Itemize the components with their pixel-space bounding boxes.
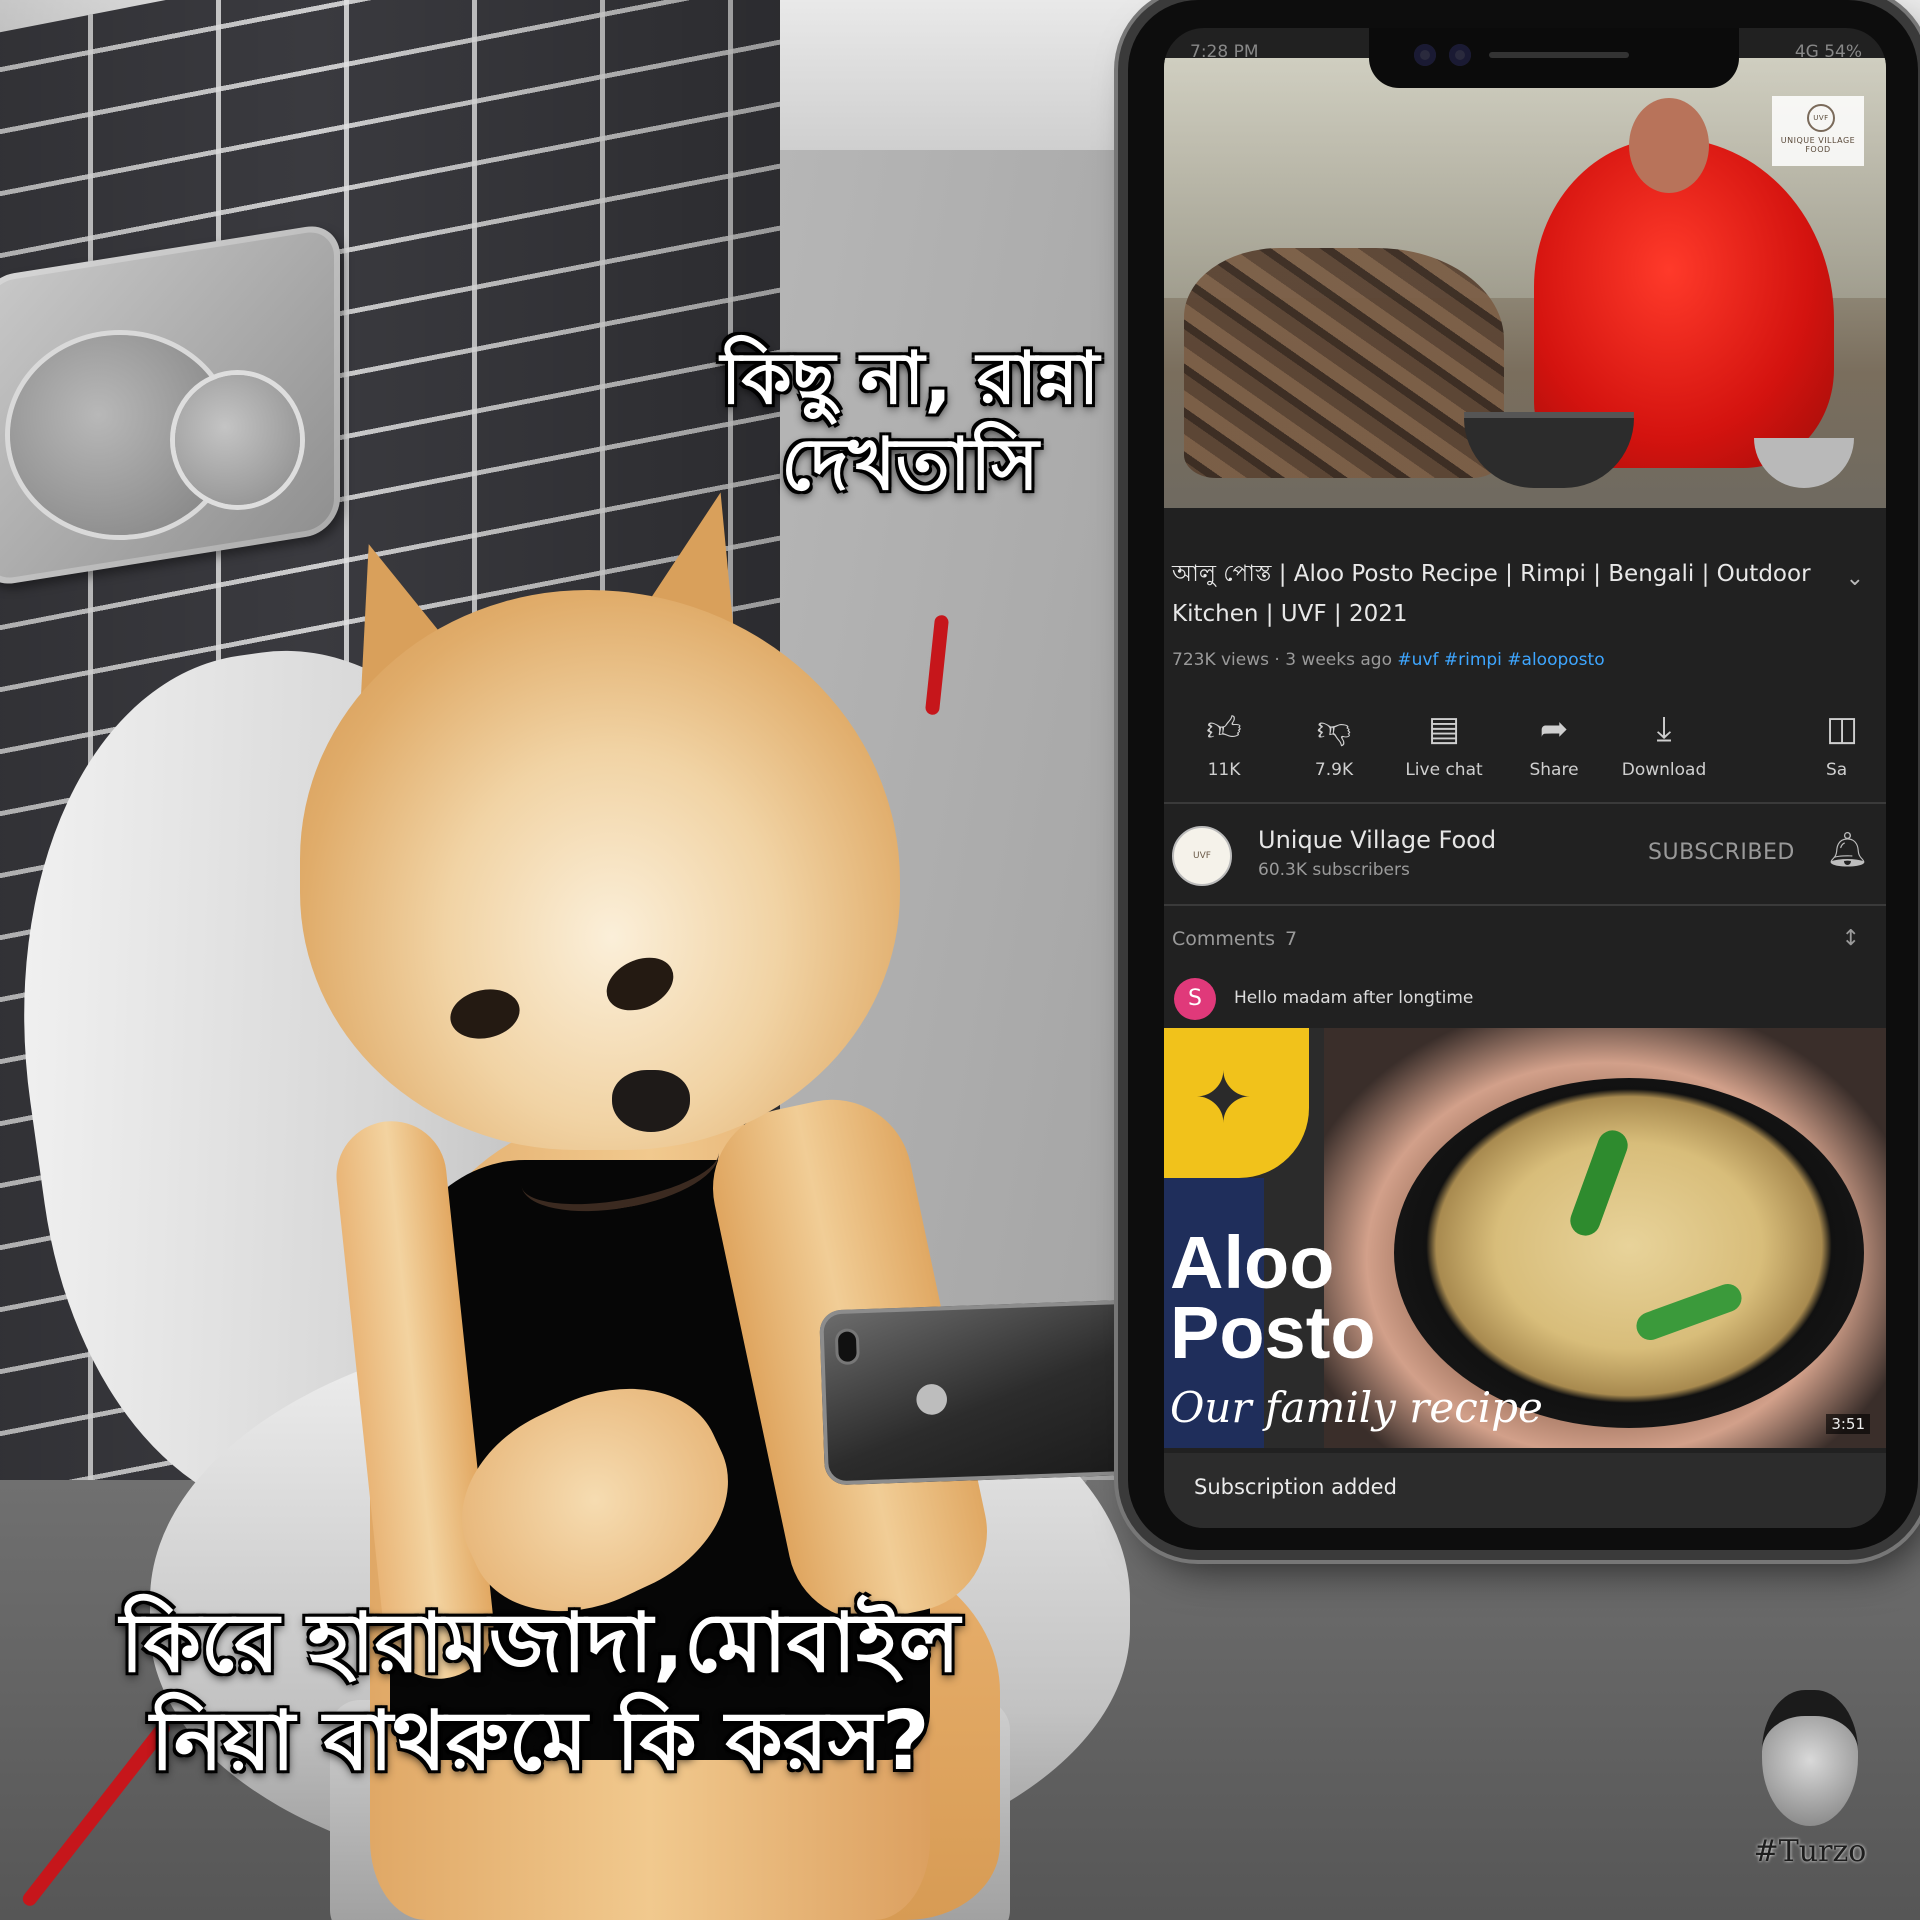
comments-count: 7	[1285, 928, 1298, 950]
doge-head	[300, 590, 900, 1225]
share-label: Share	[1529, 760, 1579, 780]
fish-tail-icon: ✦	[1194, 1057, 1253, 1139]
video-meta: 723K views · 3 weeks ago #uvf #rimpi #al…	[1172, 650, 1605, 670]
status-indicators: 4G 54%	[1794, 42, 1862, 62]
creator-face-logo	[1762, 1690, 1858, 1826]
action-bar: 👍︎ 11K 👎︎ 7.9K ▤ Live chat ➦ Share ⤓ Dow…	[1164, 704, 1886, 814]
save-label: Sa	[1826, 760, 1848, 780]
comments-section[interactable]: Comments 7 ↕ S Hello madam after longtime	[1164, 908, 1886, 1028]
status-time: 7:28 PM	[1190, 42, 1259, 62]
flush-button-small	[175, 375, 300, 505]
next-video-title: Aloo Posto	[1170, 1221, 1376, 1374]
steel-bowl	[1754, 438, 1854, 488]
watermark-tag: #Turzo	[1753, 1834, 1867, 1869]
views-and-age: 723K views · 3 weeks ago	[1172, 650, 1392, 670]
download-icon: ⤓	[1656, 709, 1672, 749]
apple-logo-icon: ●	[913, 1373, 950, 1421]
thumbs-down-icon: 👎︎	[1316, 709, 1352, 749]
creator-watermark: #Turzo	[1735, 1690, 1885, 1920]
caption-question: কিরে হারামজাদা,মোবাইল নিয়া বাথরুমে কি ক…	[120, 1596, 960, 1790]
comment-text: Hello madam after longtime	[1234, 988, 1474, 1008]
front-sensor-icon	[1449, 44, 1471, 66]
expand-comments-icon[interactable]: ↕	[1842, 926, 1860, 951]
caption-doge-reply: কিছু না, রান্না দেখতাসি	[720, 336, 1100, 507]
snackbar-toast: Subscription added	[1164, 1453, 1886, 1528]
front-camera-icon	[1414, 44, 1436, 66]
dislike-count: 7.9K	[1314, 760, 1354, 780]
hashtags-link[interactable]: #uvf #rimpi #alooposto	[1397, 650, 1604, 670]
subscribed-button[interactable]: SUBSCRIBED	[1648, 840, 1795, 865]
download-button[interactable]: ⤓ Download	[1604, 704, 1724, 780]
doge-right-eye	[598, 947, 682, 1021]
title-line-2: Posto	[1170, 1291, 1376, 1374]
firewood-pile	[1184, 248, 1504, 478]
earpiece-speaker	[1489, 52, 1629, 58]
cooking-wok	[1464, 418, 1634, 488]
next-video-thumbnail[interactable]: ✦ Aloo Posto Our family recipe 3:51	[1164, 1028, 1886, 1448]
video-title[interactable]: আলু পোস্ত | Aloo Posto Recipe | Rimpi | …	[1172, 554, 1812, 634]
subscriber-count: 60.3K subscribers	[1258, 860, 1410, 880]
aloo-posto-bowl	[1394, 1078, 1864, 1428]
channel-avatar[interactable]: UVF	[1172, 826, 1232, 886]
live-chat-button[interactable]: ▤ Live chat	[1384, 704, 1504, 780]
live-chat-label: Live chat	[1405, 760, 1483, 780]
brand-ring-icon: UVF	[1807, 104, 1835, 132]
phone-notch	[1369, 28, 1739, 88]
brand-text: UNIQUE VILLAGE FOOD	[1780, 136, 1856, 154]
like-button[interactable]: 👍︎ 11K	[1164, 704, 1284, 780]
comments-header: Comments 7	[1172, 928, 1297, 950]
dislike-button[interactable]: 👎︎ 7.9K	[1274, 704, 1394, 780]
save-icon: ◫	[1826, 709, 1859, 749]
toast-text: Subscription added	[1194, 1475, 1397, 1499]
next-video-subtitle: Our family recipe	[1170, 1383, 1543, 1432]
channel-row[interactable]: UVF Unique Village Food 60.3K subscriber…	[1164, 804, 1886, 904]
video-player[interactable]: UVF UNIQUE VILLAGE FOOD	[1164, 58, 1886, 508]
divider	[1164, 904, 1886, 906]
bell-icon[interactable]: 🔔︎	[1826, 830, 1869, 870]
chevron-down-icon[interactable]: ⌄	[1846, 566, 1864, 591]
share-button[interactable]: ➦ Share	[1494, 704, 1614, 780]
like-count: 11K	[1207, 760, 1241, 780]
doge-left-eye	[445, 983, 525, 1045]
comments-label: Comments	[1172, 928, 1275, 950]
share-icon: ➦	[1539, 709, 1569, 749]
held-smartphone: ●	[819, 1299, 1145, 1486]
youtube-screen: 7:28 PM 4G 54% UVF UNIQUE VILLAGE FOOD আ…	[1164, 28, 1886, 1528]
channel-name[interactable]: Unique Village Food	[1258, 826, 1496, 854]
live-chat-icon: ▤	[1427, 709, 1461, 749]
cook-head	[1629, 98, 1709, 193]
save-button[interactable]: ◫ Sa	[1826, 704, 1886, 780]
channel-watermark-logo: UVF UNIQUE VILLAGE FOOD	[1772, 96, 1864, 166]
commenter-avatar: S	[1174, 978, 1216, 1020]
thumbs-up-icon: 👍︎	[1206, 709, 1242, 749]
download-label: Download	[1621, 760, 1707, 780]
title-line-1: Aloo	[1170, 1221, 1335, 1304]
phone-camera-icon	[837, 1331, 857, 1362]
phone-frame: 7:28 PM 4G 54% UVF UNIQUE VILLAGE FOOD আ…	[1128, 0, 1918, 1550]
duration-badge: 3:51	[1826, 1414, 1870, 1434]
